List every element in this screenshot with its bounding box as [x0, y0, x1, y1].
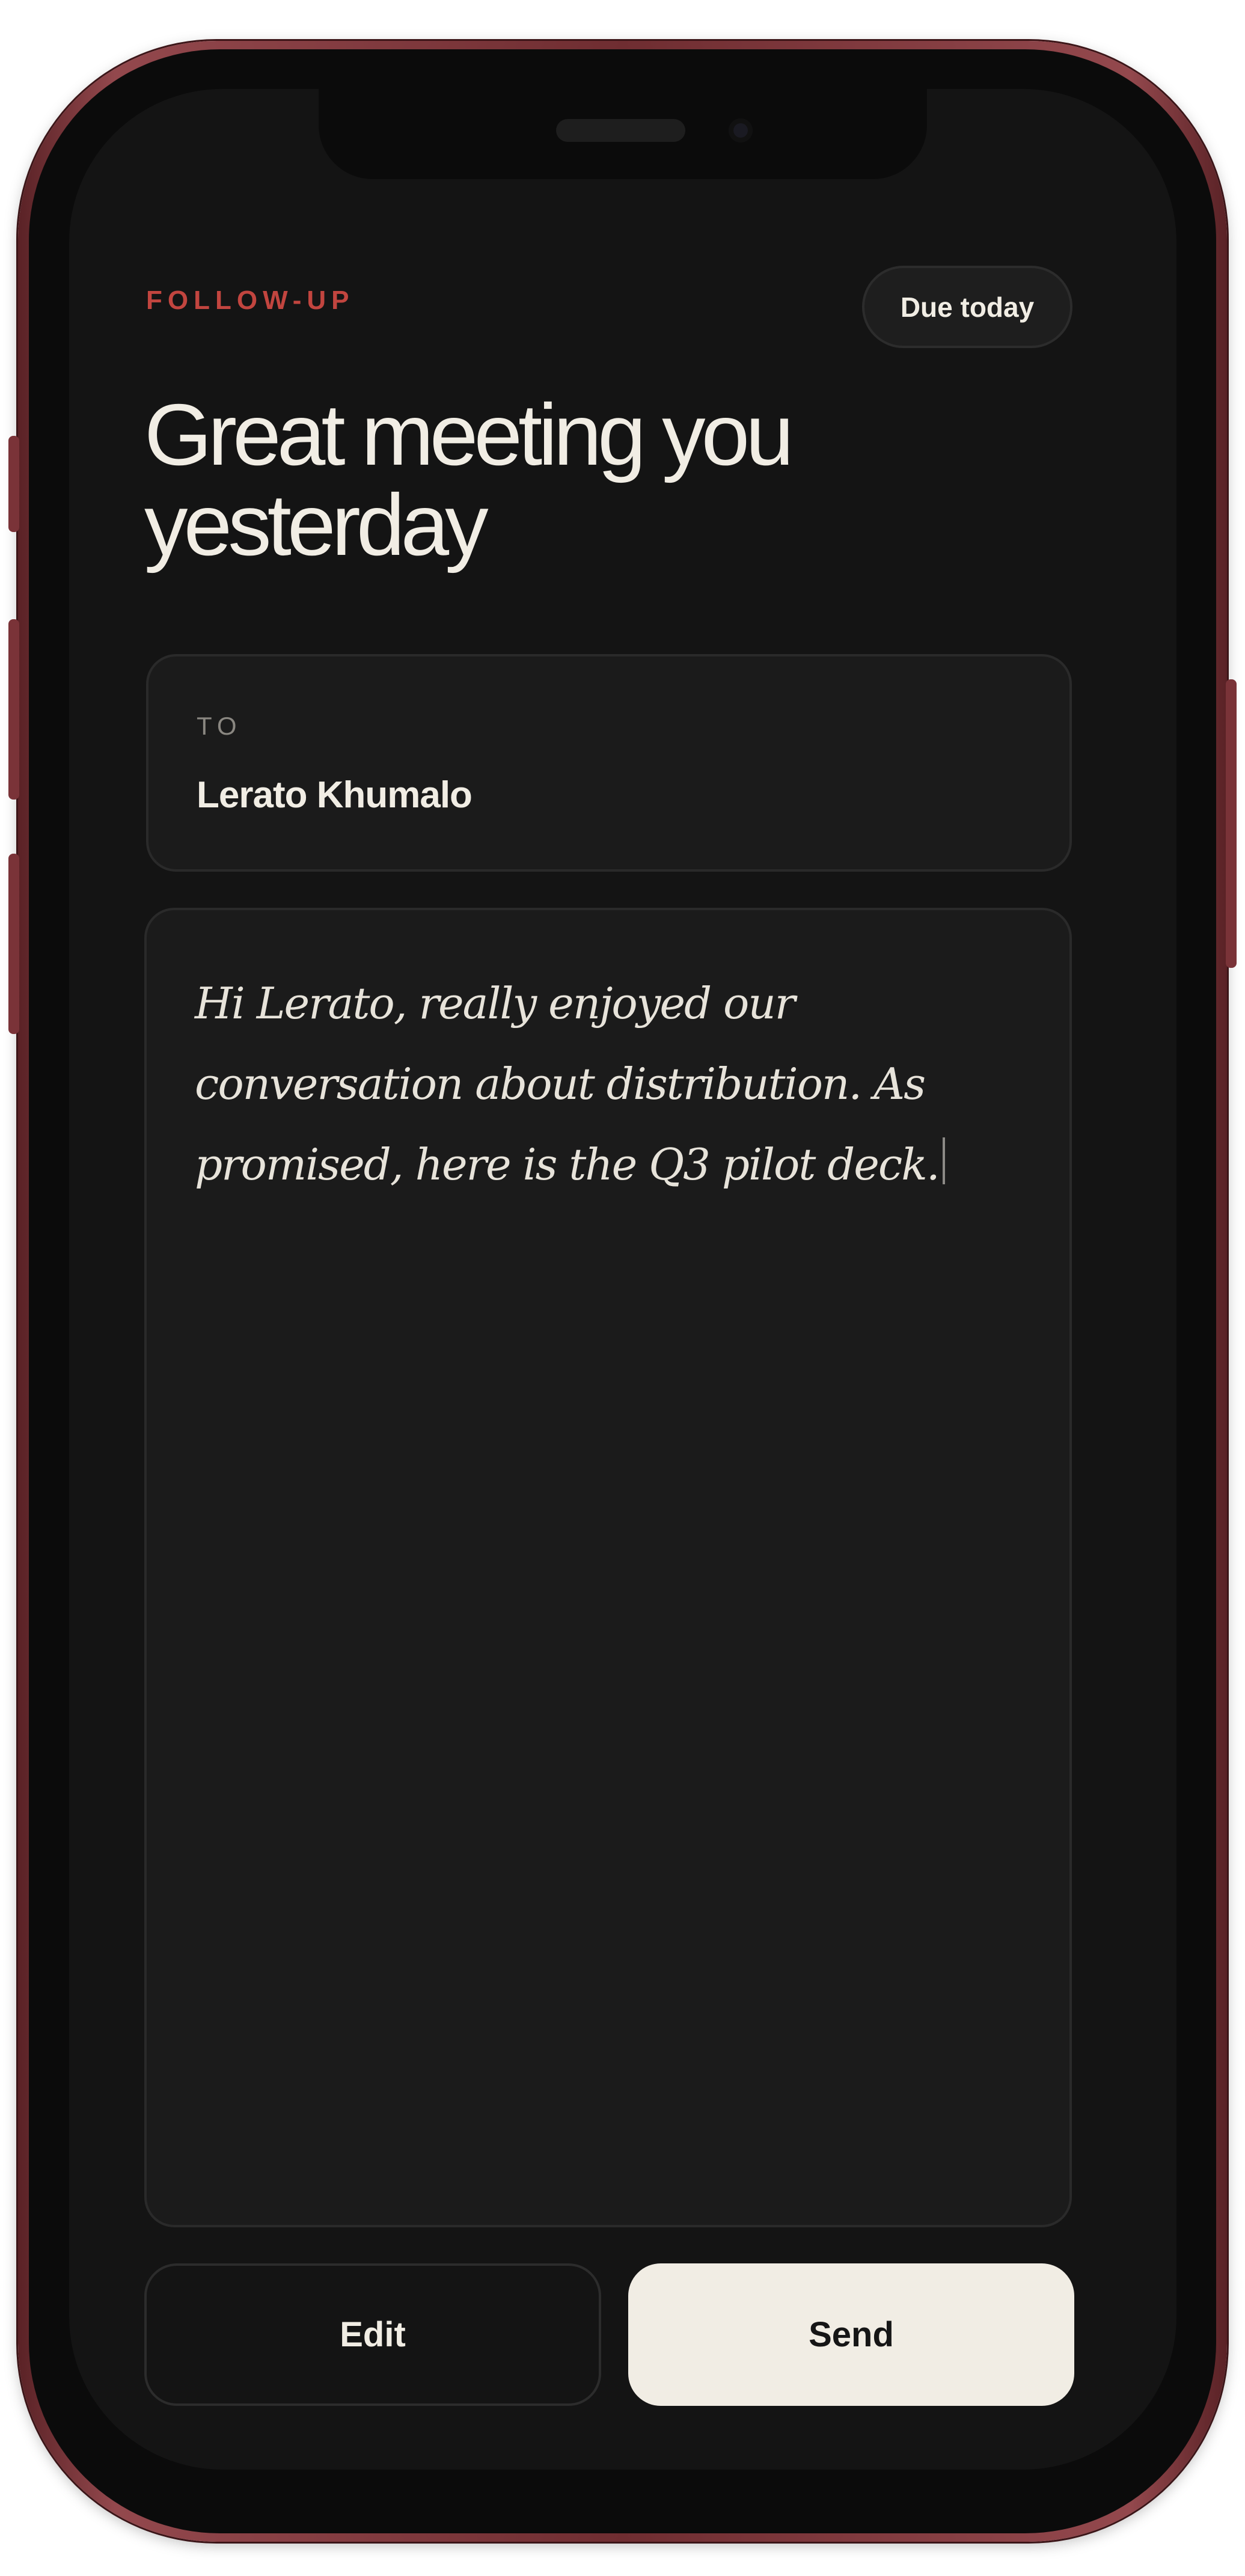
power-button	[1226, 679, 1237, 968]
volume-down-button	[8, 854, 19, 1034]
speaker-grille	[556, 119, 685, 142]
volume-up-button	[8, 619, 19, 800]
front-camera-icon	[729, 118, 753, 142]
text-cursor	[942, 1137, 945, 1184]
message-text: Hi Lerato, really enjoyed our conversati…	[195, 963, 1036, 1205]
follow-up-label: FOLLOW-UP	[146, 286, 355, 315]
silent-switch	[8, 436, 19, 532]
edit-button[interactable]: Edit	[144, 2263, 601, 2406]
message-body-text: Hi Lerato, really enjoyed our conversati…	[195, 978, 940, 1190]
recipient-field[interactable]: TO Lerato Khumalo	[146, 654, 1072, 872]
message-input[interactable]: Hi Lerato, really enjoyed our conversati…	[144, 908, 1072, 2227]
due-today-badge: Due today	[862, 266, 1072, 348]
page-title: Great meeting you yesterday	[144, 386, 794, 574]
send-button[interactable]: Send	[628, 2263, 1074, 2406]
recipient-label: TO	[197, 712, 242, 740]
recipient-name: Lerato Khumalo	[197, 774, 473, 816]
phone-screen: FOLLOW-UP Due today Great meeting you ye…	[69, 89, 1176, 2470]
notch	[319, 89, 927, 179]
